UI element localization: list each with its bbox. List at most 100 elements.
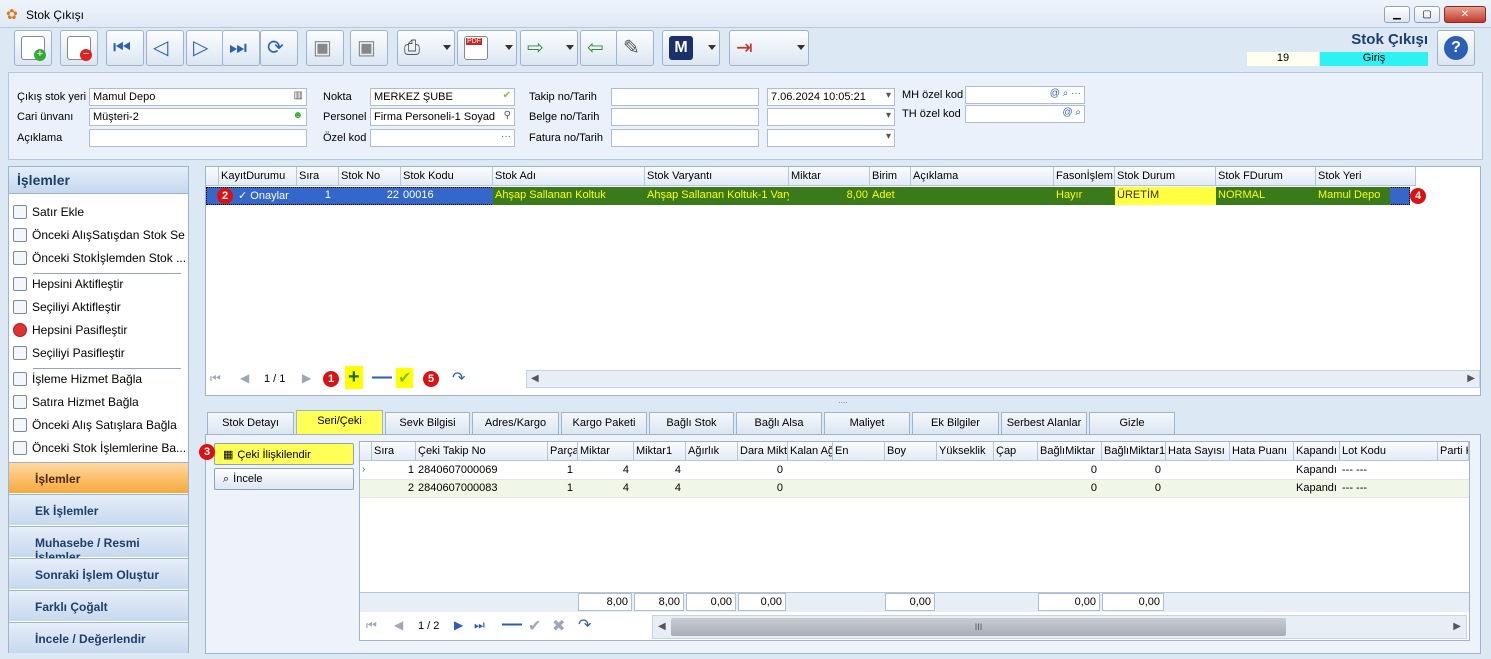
confirm-icon[interactable]: ✔	[528, 616, 541, 636]
undo-icon[interactable]: ↷	[578, 615, 591, 635]
col-stok-fdurum[interactable]: Stok FDurum	[1216, 167, 1316, 186]
next-page-icon[interactable]: ▶	[454, 618, 463, 632]
col2-bagli1[interactable]: BağlıMiktar1	[1102, 442, 1166, 461]
help-button[interactable]: ?	[1437, 30, 1475, 66]
fatura-no-field[interactable]	[611, 129, 759, 147]
col-stok-durum[interactable]: Stok Durum	[1115, 167, 1216, 186]
maximize-button[interactable]: ▢	[1414, 6, 1440, 23]
onceki-alissatis-item[interactable]: Önceki AlışSatışdan Stok Seç	[13, 228, 185, 248]
refresh-button[interactable]: ⟳	[260, 30, 298, 66]
remove-row-icon[interactable]: —	[502, 613, 522, 636]
tab-seri-ceki[interactable]: Seri/Çeki	[296, 410, 383, 435]
prev-page-icon[interactable]: ◀	[394, 618, 403, 632]
import-button[interactable]: ⇦	[580, 30, 618, 66]
mh-ozel-kod-field[interactable]: @ ⌕ ···	[965, 86, 1085, 104]
tab-bagli-alsa[interactable]: Bağlı Alsa	[736, 412, 822, 434]
next-page-icon[interactable]: ▶	[302, 371, 311, 385]
tab-stok-detayi[interactable]: Stok Detayı	[207, 412, 294, 434]
col2-parti[interactable]: Parti K	[1438, 442, 1469, 461]
takip-no-field[interactable]	[611, 88, 759, 106]
confirm-icon[interactable]: ✔	[396, 368, 414, 388]
nav-muhasebe[interactable]: Muhasebe / Resmi İşlemler	[9, 526, 188, 564]
th-ozel-kod-field[interactable]: @ ⌕	[965, 105, 1085, 123]
col2-yukseklik[interactable]: Yükseklik	[937, 442, 994, 461]
cancel-icon[interactable]: ✖	[552, 616, 565, 636]
col2-hata-sayisi[interactable]: Hata Sayısı	[1166, 442, 1230, 461]
save-button[interactable]: ▣	[306, 30, 344, 66]
col-kayit[interactable]: KayıtDurumu	[219, 167, 297, 186]
nav-incele[interactable]: İncele / Değerlendir	[9, 622, 188, 653]
tab-bagli-stok[interactable]: Bağlı Stok	[649, 412, 734, 434]
ozel-kod-field[interactable]: ···	[370, 129, 515, 147]
tab-maliyet[interactable]: Maliyet	[824, 412, 910, 434]
export-button[interactable]: ⇨	[520, 30, 578, 66]
tab-ek-bilgiler[interactable]: Ek Bilgiler	[912, 412, 999, 434]
col2-takip[interactable]: Çeki Takip No	[416, 442, 548, 461]
ceki-iliskilendir-button[interactable]: ▦ Çeki İlişkilendir	[214, 443, 354, 465]
satira-hizmet-bagla-item[interactable]: Satıra Hizmet Bağla	[13, 395, 185, 415]
col-birim[interactable]: Birim	[870, 167, 911, 186]
add-row-icon[interactable]: +	[345, 366, 363, 389]
col2-bagli[interactable]: BağlıMiktar	[1038, 442, 1102, 461]
grid2-horizontal-scrollbar[interactable]: ◀ III ▶	[652, 615, 1467, 639]
col2-parca[interactable]: Parça	[548, 442, 578, 461]
col2-kapandi[interactable]: Kapandı	[1294, 442, 1340, 461]
save-close-button[interactable]: ▣	[350, 30, 388, 66]
pdf-export-button[interactable]: PDF	[457, 30, 517, 66]
next-record-button[interactable]: ▷	[186, 30, 224, 66]
fatura-date-field[interactable]: ▾	[767, 129, 895, 147]
col2-boy[interactable]: Boy	[885, 442, 937, 461]
tab-kargo-paketi[interactable]: Kargo Paketi	[561, 412, 647, 434]
delete-document-button[interactable]: −	[60, 30, 98, 66]
first-page-icon[interactable]: ⏮	[210, 371, 221, 386]
last-record-button[interactable]: ⏭	[222, 30, 260, 66]
nav-islemler[interactable]: İşlemler	[9, 462, 188, 493]
tab-adres-kargo[interactable]: Adres/Kargo	[472, 412, 559, 434]
col2-hata-puani[interactable]: Hata Puanı	[1230, 442, 1294, 461]
tools-button[interactable]: ✎	[616, 30, 654, 66]
col2-lot[interactable]: Lot Kodu	[1340, 442, 1438, 461]
first-page-icon[interactable]: ⏮	[366, 618, 377, 633]
nokta-field[interactable]: MERKEZ ŞUBE ✔	[370, 88, 515, 106]
col2-en[interactable]: En	[833, 442, 885, 461]
prev-record-button[interactable]: ◁	[146, 30, 184, 66]
col-fason[interactable]: Fasonİşlem	[1054, 167, 1115, 186]
col-stok-no[interactable]: Stok No	[339, 167, 401, 186]
belge-no-field[interactable]	[611, 108, 759, 126]
col2-miktar[interactable]: Miktar	[578, 442, 634, 461]
col2-kalan[interactable]: Kalan Ağ	[788, 442, 833, 461]
minimize-button[interactable]: ▁	[1384, 6, 1410, 23]
tab-sevk-bilgisi[interactable]: Sevk Bilgisi	[385, 412, 470, 434]
onceki-stokislem-item[interactable]: Önceki Stokİşlemden Stok ...	[13, 251, 185, 271]
grid1-horizontal-scrollbar[interactable]: ◀ ▶	[526, 370, 1480, 388]
nav-farkli-cogalt[interactable]: Farklı Çoğalt	[9, 590, 188, 621]
new-document-button[interactable]: +	[14, 30, 52, 66]
belge-date-field[interactable]: ▾	[767, 108, 895, 126]
remove-row-icon[interactable]: —	[372, 366, 392, 389]
col-aciklama[interactable]: Açıklama	[911, 167, 1054, 186]
cikis-stok-yeri-field[interactable]: Mamul Depo ▥	[89, 88, 307, 106]
last-page-icon[interactable]: ⏭	[474, 618, 485, 633]
nav-sonraki-islem[interactable]: Sonraki İşlem Oluştur	[9, 558, 188, 589]
col-stok-yeri[interactable]: Stok Yeri	[1316, 167, 1416, 186]
col2-miktar1[interactable]: Miktar1	[634, 442, 686, 461]
cari-unvani-field[interactable]: Müşteri-2 ☻	[89, 108, 307, 126]
first-record-button[interactable]: ⏮	[106, 30, 144, 66]
hepsini-aktiflestir-item[interactable]: Hepsini Aktifleştir	[13, 277, 185, 297]
hepsini-pasiflestir-item[interactable]: Hepsini Pasifleştir	[13, 323, 185, 343]
col-varyant[interactable]: Stok Varyantı	[645, 167, 789, 186]
col-miktar[interactable]: Miktar	[789, 167, 870, 186]
incele-button[interactable]: ⌕ İncele	[214, 468, 354, 490]
seciliyi-pasiflestir-item[interactable]: Seçiliyi Pasifleştir	[13, 346, 185, 366]
col-sira[interactable]: Sıra	[297, 167, 339, 186]
print-button[interactable]: ⎙	[397, 30, 455, 66]
tab-serbest-alanlar[interactable]: Serbest Alanlar	[1001, 412, 1087, 434]
col2-agirlik[interactable]: Ağırlık	[686, 442, 738, 461]
undo-icon[interactable]: ↷	[452, 368, 465, 388]
personel-field[interactable]: Firma Personeli-1 Soyad ⚲	[370, 108, 515, 126]
col2-cap[interactable]: Çap	[994, 442, 1038, 461]
exit-button[interactable]: ⇥	[729, 30, 809, 66]
nav-ek-islemler[interactable]: Ek İşlemler	[9, 494, 188, 525]
takip-date-field[interactable]: 7.06.2024 10:05:21 ▾	[767, 88, 895, 106]
aciklama-field[interactable]	[89, 129, 307, 147]
